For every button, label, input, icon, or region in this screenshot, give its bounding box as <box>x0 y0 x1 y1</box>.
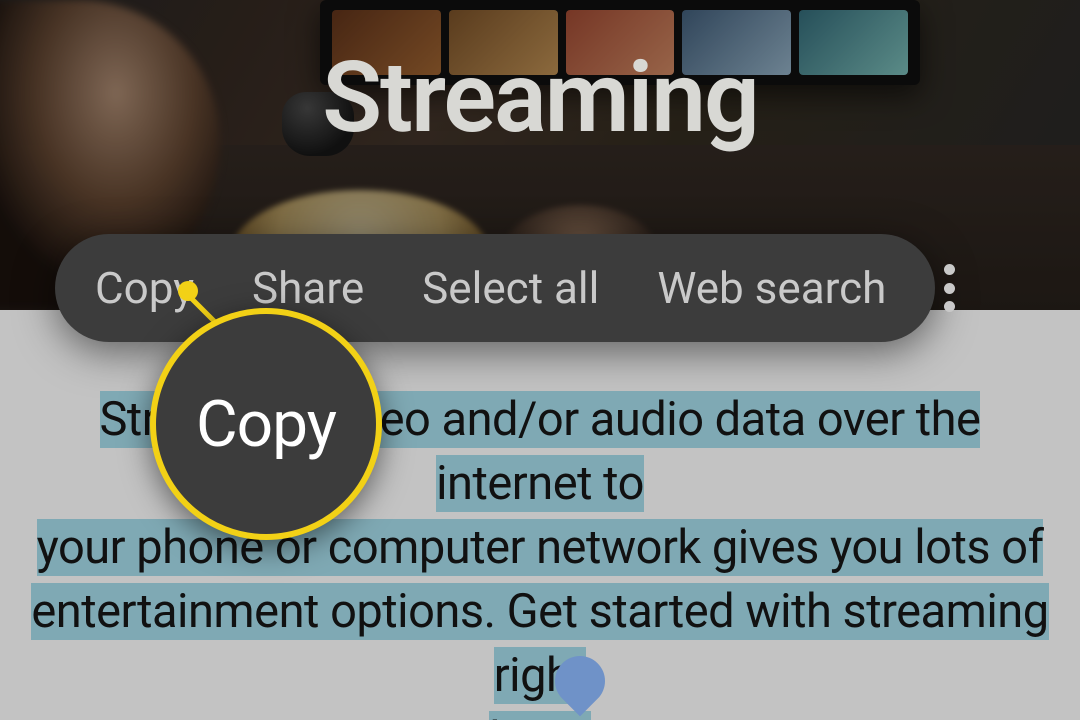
copy-callout-magnifier: Copy <box>150 308 382 540</box>
more-vertical-icon <box>944 301 955 312</box>
selected-text-line: entertainment options. Get started with … <box>31 583 1048 704</box>
page-title: Streaming <box>0 40 1080 155</box>
more-options-button[interactable] <box>944 258 955 318</box>
selected-text-line: your phone or computer network gives you… <box>37 519 1044 576</box>
callout-anchor-dot <box>178 281 198 301</box>
web-search-button[interactable]: Web search <box>657 262 886 314</box>
more-vertical-icon <box>944 283 955 294</box>
share-button[interactable]: Share <box>252 262 364 314</box>
select-all-button[interactable]: Select all <box>422 262 599 314</box>
page-root: Streaming Copy Share Select all Web sear… <box>0 0 1080 720</box>
callout-label: Copy <box>196 387 336 462</box>
more-vertical-icon <box>944 264 955 275</box>
